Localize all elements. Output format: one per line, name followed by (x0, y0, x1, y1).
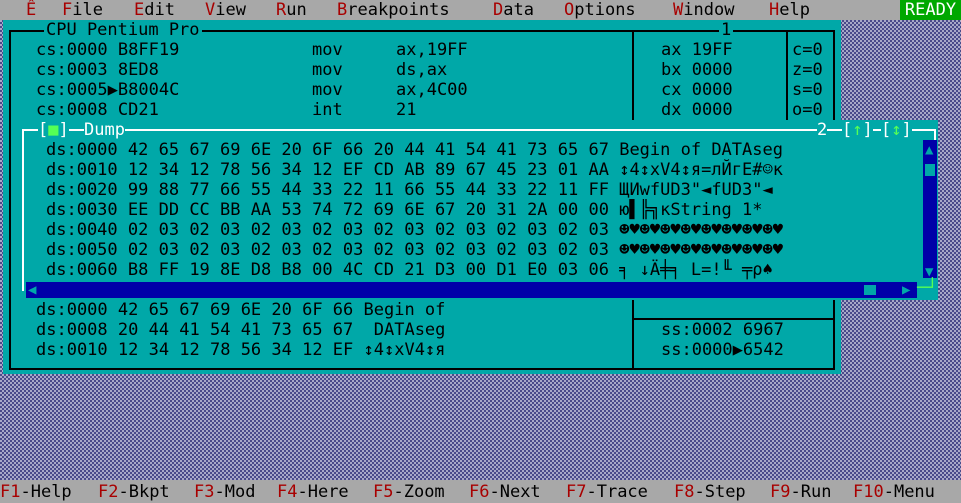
code-mnemonic: int (312, 100, 343, 120)
code-operands: 21 (396, 100, 417, 120)
data-line[interactable]: ds:0000 42 65 67 69 6E 20 6F 66 Begin of (36, 300, 445, 320)
dump-resize-button[interactable]: [↕] (881, 120, 912, 140)
fkey-bkpt[interactable]: F2-Bkpt (98, 482, 170, 502)
system-menu[interactable]: Ê (26, 0, 36, 20)
code-mnemonic: mov (312, 60, 343, 80)
dump-row[interactable]: ds:0020 99 88 77 66 55 44 33 22 11 66 55… (46, 180, 773, 200)
code-operands: ax,19FF (396, 40, 468, 60)
code-line[interactable]: cs:0008 CD21 (36, 100, 159, 120)
dump-row[interactable]: ds:0060 B8 FF 19 8E D8 B8 00 4C CD 21 D3… (46, 260, 773, 280)
flag-zero[interactable]: z=0 (792, 60, 823, 80)
stack-line-current[interactable]: ss:0000▶6542 (661, 340, 784, 360)
menu-view[interactable]: View (205, 0, 246, 20)
dump-vertical-scrollbar[interactable]: ▲ ▼ (923, 140, 937, 283)
menu-edit[interactable]: Edit (134, 0, 175, 20)
menu-file[interactable]: File (62, 0, 103, 20)
fkey-menu[interactable]: F10-Menu (853, 482, 935, 502)
dump-row[interactable]: ds:0030 EE DD CC BB AA 53 74 72 69 6E 67… (46, 200, 763, 220)
ready-indicator: READY (900, 0, 961, 20)
dump-window[interactable]: [■] Dump 2 [↑] [↕] ds:0000 42 65 67 69 6… (20, 120, 938, 300)
fkey-zoom[interactable]: F5-Zoom (373, 482, 445, 502)
dump-zoom-button[interactable]: [↑] (842, 120, 873, 140)
menu-data[interactable]: Data (493, 0, 534, 20)
flag-carry[interactable]: c=0 (792, 40, 823, 60)
register-ax[interactable]: ax 19FF (661, 40, 733, 60)
fkey-next[interactable]: F6-Next (469, 482, 541, 502)
code-line-current[interactable]: cs:0005▶B8004C (36, 80, 179, 100)
stack-line[interactable]: ss:0002 6967 (661, 320, 784, 340)
cpu-divider-code (632, 30, 634, 130)
register-cx[interactable]: cx 0000 (661, 80, 733, 100)
code-mnemonic: mov (312, 80, 343, 100)
dump-row[interactable]: ds:0000 42 65 67 69 6E 20 6F 66 20 44 41… (46, 140, 783, 160)
menu-run[interactable]: Run (276, 0, 307, 20)
menu-help[interactable]: Help (769, 0, 810, 20)
fkey-step[interactable]: F8-Step (674, 482, 746, 502)
dump-close-box[interactable]: [■] (38, 120, 69, 140)
cpu-window-title: CPU Pentium Pro (44, 20, 202, 40)
dump-horizontal-scrollbar[interactable]: ◀ ▶ (26, 282, 923, 298)
dump-window-title: Dump (84, 120, 125, 140)
fkey-here[interactable]: F4-Here (277, 482, 349, 502)
cpu-window-number: 1 (719, 20, 734, 40)
data-line[interactable]: ds:0010 12 34 12 78 56 34 12 EF ↕4↕xV4↕я (36, 340, 445, 360)
code-operands: ax,4C00 (396, 80, 468, 100)
scroll-up-arrow-icon[interactable]: ▲ (925, 142, 933, 158)
dump-row[interactable]: ds:0010 12 34 12 78 56 34 12 EF CD AB 89… (46, 160, 783, 180)
menu-window[interactable]: Window (673, 0, 734, 20)
register-bx[interactable]: bx 0000 (661, 60, 733, 80)
dump-vertical-scroll-thumb[interactable] (925, 164, 935, 176)
code-line[interactable]: cs:0003 8ED8 (36, 60, 159, 80)
code-line[interactable]: cs:0000 B8FF19 (36, 40, 179, 60)
data-line[interactable]: ds:0008 20 44 41 54 41 73 65 67 DATAseg (36, 320, 445, 340)
fkey-run[interactable]: F9-Run (770, 482, 831, 502)
dump-resize-corner-icon[interactable]: ─┘ (917, 278, 938, 298)
code-operands: ds,ax (396, 60, 448, 80)
menu-bar: Ê File Edit View Run Breakpoints Data Op… (0, 0, 961, 20)
flag-overflow[interactable]: o=0 (792, 100, 823, 120)
function-key-bar: F1-Help F2-Bkpt F3-Mod F4-Here F5-Zoom F… (0, 480, 961, 503)
dump-window-number: 2 (817, 120, 828, 140)
register-dx[interactable]: dx 0000 (661, 100, 733, 120)
code-mnemonic: mov (312, 40, 343, 60)
scroll-right-arrow-icon[interactable]: ▶ (902, 282, 910, 298)
cpu-divider-stack (632, 298, 634, 370)
scroll-left-arrow-icon[interactable]: ◀ (28, 282, 36, 298)
fkey-mod[interactable]: F3-Mod (194, 482, 255, 502)
menu-options[interactable]: Options (564, 0, 636, 20)
dump-row[interactable]: ds:0040 02 03 02 03 02 03 02 03 02 03 02… (46, 220, 783, 240)
flag-sign[interactable]: s=0 (792, 80, 823, 100)
dump-row[interactable]: ds:0050 02 03 02 03 02 03 02 03 02 03 02… (46, 240, 783, 260)
dump-horizontal-scroll-thumb[interactable] (864, 285, 876, 295)
menu-breakpoints[interactable]: Breakpoints (337, 0, 450, 20)
fkey-trace[interactable]: F7-Trace (566, 482, 648, 502)
cpu-divider-flags (786, 30, 788, 130)
fkey-help[interactable]: F1-Help (0, 482, 72, 502)
